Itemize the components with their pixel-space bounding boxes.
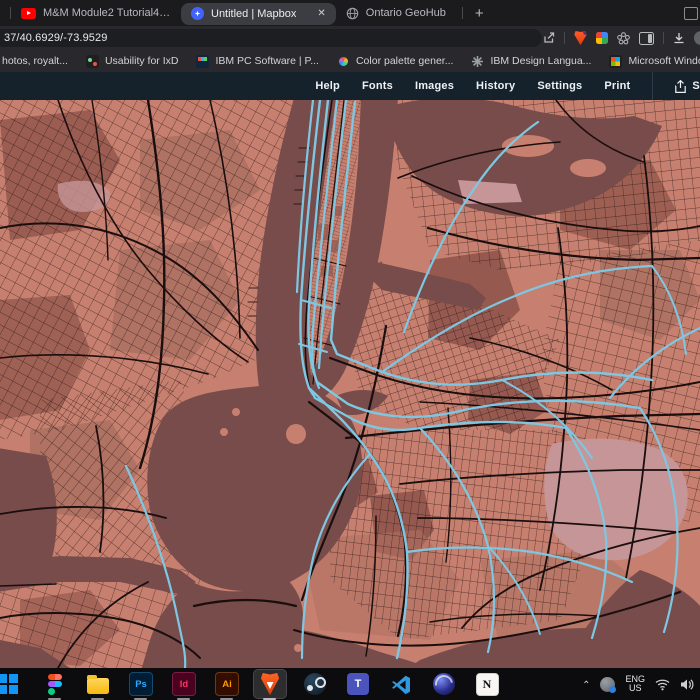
tab-title: Untitled | Mapbox	[211, 8, 296, 20]
favicon	[86, 55, 99, 68]
share-button[interactable]: Share	[675, 80, 700, 93]
extension-flower-icon[interactable]	[617, 32, 630, 45]
taskbar-notion[interactable]: N	[475, 672, 499, 696]
indesign-icon: Id	[172, 672, 196, 696]
taskbar-cinema4d[interactable]	[432, 672, 456, 696]
taskbar-illustrator[interactable]: Ai	[215, 672, 239, 696]
tab-search-icon[interactable]	[684, 7, 698, 20]
sidebar-toggle-icon[interactable]	[639, 32, 654, 45]
divider	[652, 72, 653, 100]
desktop-screen: M&M Module2 Tutorial4 - YouTube Untitled…	[0, 0, 700, 700]
tab-title: M&M Module2 Tutorial4 - YouTube	[43, 7, 171, 19]
menu-images[interactable]: Images	[415, 80, 454, 92]
menu-print[interactable]: Print	[604, 80, 630, 92]
youtube-icon	[21, 8, 36, 19]
windows-icon	[0, 674, 18, 694]
taskbar-vscode[interactable]	[389, 672, 413, 696]
tab-mapbox-active[interactable]: Untitled | Mapbox ✕	[181, 3, 336, 25]
menu-settings[interactable]: Settings	[537, 80, 582, 92]
figma-icon	[48, 674, 62, 695]
globe-icon	[346, 7, 359, 20]
url-input[interactable]: 37/40.6929/-73.9529	[0, 29, 542, 47]
favicon	[337, 55, 350, 68]
share-icon[interactable]	[543, 32, 555, 44]
vscode-icon	[390, 673, 412, 695]
download-icon[interactable]	[673, 32, 685, 44]
mapbox-icon	[191, 7, 204, 20]
tab-title: Ontario GeoHub	[366, 7, 446, 19]
upload-icon	[675, 80, 686, 93]
bookmark-usability-ixd[interactable]: Usability for IxD	[86, 55, 179, 68]
mapbox-menu: Help Fonts Images History Settings Print…	[315, 72, 700, 100]
taskbar-figma[interactable]	[43, 672, 67, 696]
bookmark-label: Color palette gener...	[356, 55, 453, 67]
address-bar-actions	[543, 26, 700, 50]
cinema4d-icon	[433, 673, 455, 695]
favicon	[196, 55, 209, 68]
bookmark-ibm-design[interactable]: IBM Design Langua...	[471, 55, 591, 68]
bookmark-label: IBM Design Langua...	[490, 55, 591, 67]
wifi-icon[interactable]	[655, 678, 670, 691]
bookmark-color-palette[interactable]: Color palette gener...	[337, 55, 453, 68]
teams-icon: T	[347, 673, 369, 695]
region-code: US	[629, 684, 642, 693]
favicon	[609, 55, 622, 68]
bookmark-label: Microsoft Windows...	[628, 55, 700, 67]
taskbar-steam[interactable]	[303, 672, 327, 696]
browser-address-bar: 37/40.6929/-73.9529	[0, 26, 700, 50]
mapbox-toolbar: Help Fonts Images History Settings Print…	[0, 72, 700, 100]
bookmark-label: Usability for IxD	[105, 55, 179, 67]
volume-icon[interactable]	[680, 678, 694, 691]
shield-badge	[583, 29, 589, 35]
language-indicator[interactable]: ENG US	[625, 675, 645, 694]
menu-history[interactable]: History	[476, 80, 515, 92]
bookmarks-bar: hotos, royalt... Usability for IxD IBM P…	[0, 50, 700, 72]
divider	[564, 32, 565, 44]
tab-close-icon[interactable]: ✕	[317, 8, 325, 19]
bookmark-label: hotos, royalt...	[2, 55, 68, 67]
taskbar-file-explorer[interactable]	[86, 672, 110, 696]
map-canvas[interactable]	[0, 100, 700, 668]
tab-divider	[462, 7, 463, 19]
taskbar-indesign[interactable]: Id	[172, 672, 196, 696]
tab-ontario-geohub[interactable]: Ontario GeoHub	[336, 0, 456, 26]
browser-tab-bar: M&M Module2 Tutorial4 - YouTube Untitled…	[0, 0, 700, 26]
photoshop-icon: Ps	[129, 672, 153, 696]
profile-avatar[interactable]	[694, 31, 700, 45]
extension-colors-icon[interactable]	[596, 32, 608, 44]
illustrator-icon: Ai	[215, 672, 239, 696]
menu-help[interactable]: Help	[315, 80, 340, 92]
favicon	[471, 55, 484, 68]
taskbar-photoshop[interactable]: Ps	[129, 672, 153, 696]
steam-icon	[304, 673, 326, 695]
bookmark-microsoft-windows[interactable]: Microsoft Windows...	[609, 55, 700, 68]
start-button[interactable]	[0, 672, 24, 696]
bookmark-photos[interactable]: hotos, royalt...	[2, 55, 68, 67]
onedrive-icon[interactable]	[600, 677, 615, 692]
system-tray: ⌃ ENG US	[582, 675, 700, 694]
folder-icon	[87, 678, 109, 694]
url-text: 37/40.6929/-73.9529	[4, 32, 107, 44]
bookmark-label: IBM PC Software | P...	[215, 55, 319, 67]
bookmark-ibm-pc-software[interactable]: IBM PC Software | P...	[196, 55, 319, 68]
new-tab-button[interactable]: +	[475, 5, 484, 22]
divider	[663, 32, 664, 44]
taskbar-teams[interactable]: T	[346, 672, 370, 696]
brave-icon	[261, 673, 280, 695]
map-render	[0, 100, 700, 668]
notion-icon: N	[476, 673, 499, 696]
tray-expand-icon[interactable]: ⌃	[582, 680, 590, 691]
tab-youtube[interactable]: M&M Module2 Tutorial4 - YouTube	[11, 0, 181, 26]
menu-fonts[interactable]: Fonts	[362, 80, 393, 92]
windows-taskbar: Ps Id Ai T N	[0, 668, 700, 700]
taskbar-brave-active[interactable]	[253, 669, 287, 699]
brave-shield-icon[interactable]	[574, 31, 587, 45]
